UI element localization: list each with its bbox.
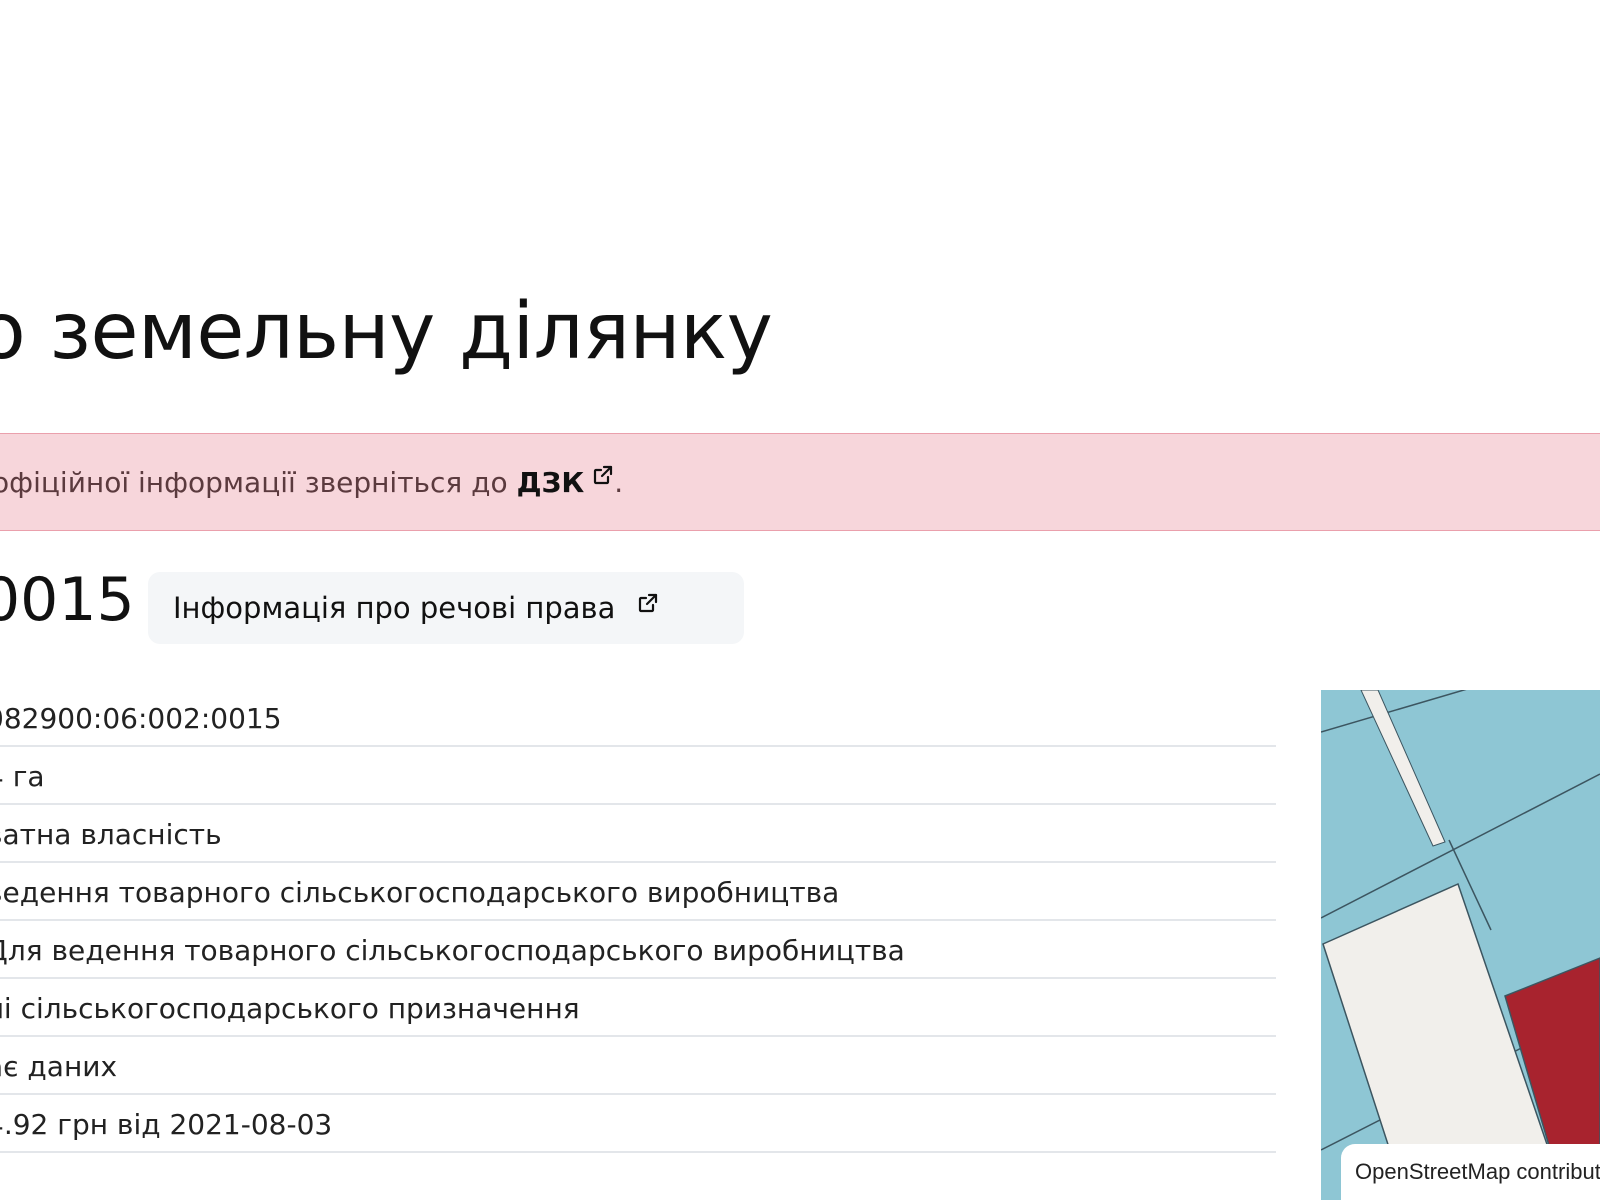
property-rights-button[interactable]: Інформація про речові права [148, 572, 744, 644]
map-attribution[interactable]: OpenStreetMap contributors [1341, 1144, 1600, 1200]
land-category-value: лі сільськогосподарського призначення [0, 992, 580, 1025]
ownership-value: ватна власність [0, 818, 222, 851]
purpose-code-value: Для ведення товарного сільськогосподарсь… [0, 934, 905, 967]
details-row-cadastral-number: 082900:06:002:0015 [0, 689, 1276, 747]
parcel-number: 0015 [0, 565, 135, 635]
dzk-link-label: ДЗК [516, 466, 585, 499]
external-link-icon [637, 592, 659, 614]
dzk-link[interactable]: ДЗК [516, 464, 615, 499]
alert-suffix: . [614, 466, 624, 499]
page-title: о земельну ділянку [0, 287, 773, 377]
external-link-icon [592, 464, 614, 486]
purpose-value: ведення товарного сільськогосподарського… [0, 876, 840, 909]
details-row-valuation: 4.92 грн від 2021-08-03 [0, 1095, 1276, 1153]
area-value: 4 га [0, 760, 45, 793]
cadastral-number-value: 082900:06:002:0015 [0, 702, 282, 735]
valuation-value: 4.92 грн від 2021-08-03 [0, 1108, 333, 1141]
details-row-area: 4 га [0, 747, 1276, 805]
property-rights-button-label: Інформація про речові права [173, 591, 616, 625]
alert-banner: офіційної інформації зверніться до ДЗК. [0, 433, 1600, 531]
alert-message: офіційної інформації зверніться до ДЗК. [0, 464, 623, 501]
alert-text: офіційної інформації зверніться до [0, 466, 508, 499]
parcel-details-list: 082900:06:002:0015 4 га ватна власність … [0, 689, 1276, 1153]
map-canvas[interactable] [1321, 690, 1600, 1200]
details-row-purpose-code: Для ведення товарного сільськогосподарсь… [0, 921, 1276, 979]
details-row-ownership: ватна власність [0, 805, 1276, 863]
land-type-value: ає даних [0, 1050, 118, 1083]
details-row-purpose: ведення товарного сільськогосподарського… [0, 863, 1276, 921]
parcel-map[interactable]: OpenStreetMap contributors [1321, 690, 1600, 1200]
details-row-land-category: лі сільськогосподарського призначення [0, 979, 1276, 1037]
details-row-land-type: ає даних [0, 1037, 1276, 1095]
